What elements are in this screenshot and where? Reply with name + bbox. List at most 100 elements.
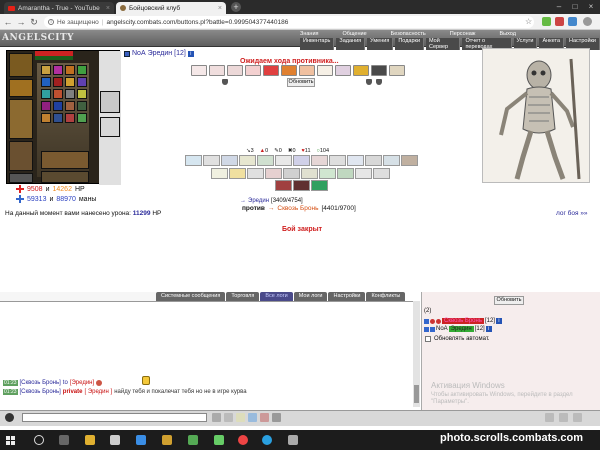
spell-slot[interactable] bbox=[41, 89, 51, 99]
profile-icon[interactable] bbox=[583, 17, 592, 26]
app-icon[interactable] bbox=[162, 435, 172, 445]
chat-scroll-thumb[interactable] bbox=[414, 385, 419, 403]
edge-icon[interactable] bbox=[136, 435, 146, 445]
spell-slot[interactable] bbox=[77, 77, 87, 87]
smiley-icon[interactable] bbox=[236, 413, 245, 422]
speaker-icon[interactable] bbox=[5, 413, 14, 422]
nav-exit[interactable]: Выход bbox=[499, 31, 515, 37]
close-icon[interactable]: × bbox=[106, 5, 110, 12]
spell-slot[interactable] bbox=[77, 113, 87, 123]
nav-security[interactable]: Безопасность bbox=[391, 31, 426, 37]
app-icon[interactable] bbox=[288, 435, 298, 445]
spell-icon[interactable] bbox=[401, 155, 418, 166]
spell-icon[interactable] bbox=[211, 168, 228, 179]
nav-skills[interactable]: Умения bbox=[367, 38, 394, 50]
gloves-slot[interactable] bbox=[41, 171, 89, 183]
url-field[interactable]: i Не защищено | angelscity.combats.com/b… bbox=[44, 16, 534, 28]
site-logo[interactable]: ANGELSCITY bbox=[2, 33, 74, 43]
attack-icon[interactable] bbox=[317, 65, 333, 76]
chrome-icon[interactable] bbox=[238, 435, 248, 445]
opponent-portrait[interactable] bbox=[482, 48, 590, 183]
attack-icon[interactable] bbox=[389, 65, 405, 76]
spell-icon[interactable] bbox=[337, 168, 354, 179]
exit-chat-icon[interactable] bbox=[573, 413, 582, 422]
spell-slot[interactable] bbox=[53, 89, 63, 99]
attack-icon[interactable] bbox=[209, 65, 225, 76]
info-icon[interactable]: i bbox=[187, 50, 194, 57]
enemy-name[interactable]: Сквозь Бронь bbox=[277, 205, 318, 212]
player-name[interactable]: Эредин bbox=[148, 50, 173, 57]
nav-quests[interactable]: Задания bbox=[336, 38, 366, 50]
boots-slot[interactable] bbox=[41, 151, 89, 169]
nav-communication[interactable]: Общение bbox=[343, 31, 367, 37]
attack-icon[interactable] bbox=[245, 65, 261, 76]
spell-icon[interactable] bbox=[311, 155, 328, 166]
belt-slot[interactable] bbox=[9, 173, 33, 183]
spell-icon[interactable] bbox=[293, 180, 310, 191]
spell-icon[interactable] bbox=[383, 155, 400, 166]
filter-icon[interactable] bbox=[260, 413, 269, 422]
user-name[interactable]: Сквозь Бронь bbox=[442, 318, 484, 324]
spell-icon[interactable] bbox=[221, 155, 238, 166]
spell-icon[interactable] bbox=[229, 168, 246, 179]
spell-slot[interactable] bbox=[65, 113, 75, 123]
shield-slot[interactable] bbox=[100, 91, 120, 113]
tab-fight-club[interactable]: Бойцовский клуб × bbox=[116, 2, 226, 14]
users-refresh-button[interactable]: Обновить bbox=[494, 296, 524, 305]
nav-gifts[interactable]: Подарки bbox=[395, 38, 425, 50]
spell-icon[interactable] bbox=[373, 168, 390, 179]
spell-slot[interactable] bbox=[41, 101, 51, 111]
close-icon[interactable]: × bbox=[218, 5, 222, 12]
auto-refresh-checkbox[interactable] bbox=[425, 336, 431, 342]
file-explorer-icon[interactable] bbox=[85, 435, 95, 445]
ring-slot[interactable] bbox=[53, 65, 63, 75]
chat-sender[interactable]: [Сквозь Бронь] bbox=[20, 389, 61, 395]
nav-knowledge[interactable]: Знания bbox=[300, 31, 319, 37]
users-toggle-icon[interactable] bbox=[545, 413, 554, 422]
search-icon[interactable] bbox=[34, 435, 44, 445]
attack-icon[interactable] bbox=[227, 65, 243, 76]
ring-slot[interactable] bbox=[41, 65, 51, 75]
tab-system-messages[interactable]: Системные сообщения bbox=[156, 292, 226, 301]
refresh-button[interactable]: Обновить bbox=[287, 78, 315, 87]
nav-character[interactable]: Персонаж bbox=[450, 31, 476, 37]
battle-player-name[interactable]: Эредин bbox=[248, 198, 269, 204]
spell-icon[interactable] bbox=[265, 168, 282, 179]
user-name[interactable]: Эредин bbox=[448, 326, 474, 332]
dark-icon[interactable] bbox=[371, 65, 387, 76]
gold-icon[interactable] bbox=[353, 65, 369, 76]
spell-icon[interactable] bbox=[301, 168, 318, 179]
spell-icon[interactable] bbox=[283, 168, 300, 179]
fire-spell-icon[interactable] bbox=[263, 65, 279, 76]
spell-icon[interactable] bbox=[311, 180, 328, 191]
battle-log-link[interactable]: лог боя »» bbox=[556, 210, 588, 217]
spell-slot[interactable] bbox=[65, 101, 75, 111]
spell-icon[interactable] bbox=[293, 155, 310, 166]
translit-icon[interactable] bbox=[248, 413, 257, 422]
spell-icon[interactable] bbox=[239, 155, 256, 166]
chat-target[interactable]: [Эредин] bbox=[70, 380, 94, 386]
spell-slot[interactable] bbox=[53, 101, 63, 111]
chat-settings-icon[interactable] bbox=[272, 413, 281, 422]
spell-slot[interactable] bbox=[65, 77, 75, 87]
tab-conflicts[interactable]: Конфликты bbox=[366, 292, 406, 301]
spell-icon[interactable] bbox=[319, 168, 336, 179]
new-tab-button[interactable]: + bbox=[231, 2, 241, 12]
windows-start-icon[interactable] bbox=[6, 436, 15, 445]
spell-slot[interactable] bbox=[65, 89, 75, 99]
spell-slot[interactable] bbox=[53, 113, 63, 123]
spell-icon[interactable] bbox=[329, 155, 346, 166]
app-icon[interactable] bbox=[214, 435, 224, 445]
close-window-icon[interactable]: × bbox=[584, 1, 598, 13]
auto-refresh-toggle[interactable]: Обновлять автомат. bbox=[425, 336, 490, 342]
minimize-icon[interactable]: – bbox=[552, 1, 566, 13]
spell-icon[interactable] bbox=[365, 155, 382, 166]
ring-slot[interactable] bbox=[77, 65, 87, 75]
attack-icon[interactable] bbox=[299, 65, 315, 76]
chat-input[interactable] bbox=[22, 413, 207, 422]
tab-trade[interactable]: Торговля bbox=[226, 292, 260, 301]
tab-all-logs[interactable]: Все логи bbox=[260, 292, 293, 301]
spell-icon[interactable] bbox=[347, 155, 364, 166]
spell-slot[interactable] bbox=[77, 89, 87, 99]
forward-icon[interactable]: → bbox=[15, 16, 27, 28]
